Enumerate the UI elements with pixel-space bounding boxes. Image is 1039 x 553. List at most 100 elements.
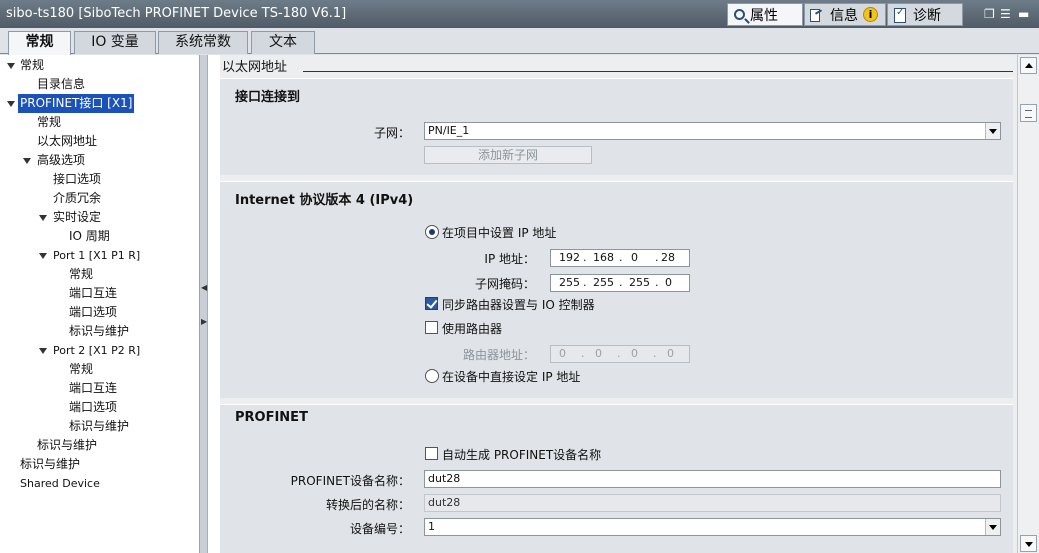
use-router-label: 使用路由器 xyxy=(442,322,503,336)
tree-item-shared-device[interactable]: Shared Device xyxy=(20,474,100,493)
scroll-up-icon[interactable] xyxy=(1020,57,1037,74)
tree-item-ethernet-address[interactable]: 以太网地址 xyxy=(37,132,97,151)
ip-address-label: IP 地址： xyxy=(484,252,535,266)
expand-right-icon[interactable]: ▶ xyxy=(201,317,207,329)
tree-item-port1-interconnection[interactable]: 端口互连 xyxy=(69,284,117,303)
ipv4-section-title: Internet 协议版本 4 (IPv4) xyxy=(235,193,414,208)
dropdown-arrow-icon[interactable] xyxy=(985,519,1000,535)
expand-arrow-icon[interactable] xyxy=(23,158,31,164)
ip-address-input[interactable]: 192 . 168 . 0 . 28 xyxy=(550,249,690,267)
add-subnet-button[interactable]: 添加新子网 xyxy=(424,146,592,164)
scroll-thumb[interactable] xyxy=(1020,104,1037,122)
tree-item-port1-general[interactable]: 常规 xyxy=(69,265,93,284)
vertical-scrollbar[interactable] xyxy=(1017,55,1039,553)
section-heading: 以太网地址 xyxy=(222,60,288,75)
tab-properties-label: 属性 xyxy=(750,7,778,24)
radio-set-ip-in-project[interactable] xyxy=(425,225,439,239)
tab-bar: 常规 IO 变量 系统常数 文本 xyxy=(0,28,1039,55)
tree-item-media-redundancy[interactable]: 介质冗余 xyxy=(53,189,101,208)
properties-content: 以太网地址 接口连接到 子网： PN/IE_1 添加新子网 Internet 协… xyxy=(220,55,1017,553)
auto-generate-name-checkbox[interactable] xyxy=(425,447,438,460)
mask-octet-1: 255 xyxy=(559,276,580,289)
expand-arrow-icon[interactable] xyxy=(7,63,15,69)
mask-octet-4: 0 xyxy=(665,276,672,289)
ip-octet-1: 192 xyxy=(559,251,580,264)
tree-item-realtime-settings[interactable]: 实时设定 xyxy=(53,208,101,227)
ip-octet-4: 28 xyxy=(661,251,675,264)
tree-item-if-general[interactable]: 常规 xyxy=(37,113,61,132)
expand-arrow-icon[interactable] xyxy=(39,215,47,221)
interface-section-title: 接口连接到 xyxy=(235,90,301,105)
tree-item-port1[interactable]: Port 1 [X1 P1 R] xyxy=(53,246,140,265)
device-number-select[interactable]: 1 xyxy=(424,518,1001,536)
auto-generate-name-label: 自动生成 PROFINET设备名称 xyxy=(442,448,602,462)
tab-texts[interactable]: 文本 xyxy=(251,31,315,54)
expand-arrow-icon[interactable] xyxy=(7,101,15,107)
option-set-ip-on-device: 在设备中直接设定 IP 地址 xyxy=(442,370,581,384)
content-gutter xyxy=(208,55,220,553)
subnet-mask-label: 子网掩码： xyxy=(474,277,535,291)
heading-divider xyxy=(303,71,1013,72)
title-bar: sibo-ts180 [SiboTech PROFINET Device TS-… xyxy=(0,0,1039,28)
device-name-input[interactable]: dut28 xyxy=(424,470,1001,488)
router-address-label: 路由器地址： xyxy=(462,348,535,362)
dropdown-arrow-icon[interactable] xyxy=(985,123,1000,139)
ip-octet-3: 0 xyxy=(631,251,638,264)
info-badge-icon: i xyxy=(863,7,878,22)
info-icon xyxy=(809,7,825,23)
menu-icon[interactable]: ☰ xyxy=(1000,7,1011,21)
tree-item-port1-identification[interactable]: 标识与维护 xyxy=(69,322,129,341)
ip-octet-2: 168 xyxy=(593,251,614,264)
restore-window-icon[interactable]: ❐ xyxy=(984,7,995,21)
use-router-checkbox[interactable] xyxy=(425,321,438,334)
router-octet-3: 0 xyxy=(631,347,638,360)
sync-router-label: 同步路由器设置与 IO 控制器 xyxy=(442,298,595,312)
subnet-label: 子网： xyxy=(373,126,410,140)
collapse-left-icon[interactable]: ◀ xyxy=(201,283,207,295)
router-address-input[interactable]: 0 . 0 . 0 . 0 xyxy=(550,345,690,363)
profinet-section-title: PROFINET xyxy=(235,410,308,425)
tree-item-interface-options[interactable]: 接口选项 xyxy=(53,170,101,189)
tab-info[interactable]: 信息 i xyxy=(804,3,886,26)
tree-item-port2-options[interactable]: 端口选项 xyxy=(69,398,117,417)
tab-system-constants[interactable]: 系统常数 xyxy=(158,31,248,54)
tree-item-port2[interactable]: Port 2 [X1 P2 R] xyxy=(53,341,140,360)
scroll-down-icon[interactable] xyxy=(1020,535,1037,552)
radio-set-ip-on-device[interactable] xyxy=(425,369,439,383)
tree-item-port2-general[interactable]: 常规 xyxy=(69,360,93,379)
subnet-mask-input[interactable]: 255 . 255 . 255 . 0 xyxy=(550,274,690,292)
search-icon xyxy=(734,9,745,20)
tab-diagnostics[interactable]: 诊断 xyxy=(887,3,963,26)
tree-item-port2-interconnection[interactable]: 端口互连 xyxy=(69,379,117,398)
tree-item-if-identification[interactable]: 标识与维护 xyxy=(37,436,97,455)
tree-item-general[interactable]: 常规 xyxy=(20,56,44,75)
subnet-select[interactable]: PN/IE_1 xyxy=(424,122,1001,140)
converted-name-label: 转换后的名称： xyxy=(325,498,410,512)
interface-section: 接口连接到 子网： PN/IE_1 添加新子网 xyxy=(220,78,1013,175)
subnet-value: PN/IE_1 xyxy=(428,124,470,137)
tab-general[interactable]: 常规 xyxy=(8,31,71,55)
navigation-tree: 常规 目录信息 PROFINET接口 [X1] 常规 以太网地址 高级选项 接口… xyxy=(0,55,200,553)
router-octet-4: 0 xyxy=(667,347,674,360)
expand-arrow-icon[interactable] xyxy=(39,253,47,259)
ipv4-section: Internet 协议版本 4 (IPv4) 在项目中设置 IP 地址 IP 地… xyxy=(220,181,1013,398)
expand-arrow-icon[interactable] xyxy=(39,348,47,354)
tree-item-profinet-interface[interactable]: PROFINET接口 [X1] xyxy=(16,93,136,114)
device-number-label: 设备编号： xyxy=(349,522,410,536)
tree-item-advanced-options[interactable]: 高级选项 xyxy=(37,151,85,170)
device-name-label: PROFINET设备名称： xyxy=(290,474,410,488)
tree-item-catalog-info[interactable]: 目录信息 xyxy=(37,75,85,94)
tab-io-tags[interactable]: IO 变量 xyxy=(74,31,156,54)
tree-item-port1-options[interactable]: 端口选项 xyxy=(69,303,117,322)
tab-diagnostics-label: 诊断 xyxy=(913,7,941,24)
router-octet-1: 0 xyxy=(559,347,566,360)
mask-octet-3: 255 xyxy=(629,276,650,289)
converted-name-field: dut28 xyxy=(424,494,1001,512)
tree-item-port2-identification[interactable]: 标识与维护 xyxy=(69,417,129,436)
tab-properties[interactable]: 属性 xyxy=(727,3,803,26)
minimize-icon[interactable]: ▬ xyxy=(1018,7,1029,21)
tree-item-identification[interactable]: 标识与维护 xyxy=(20,455,80,474)
panel-splitter[interactable]: ◀ ▶ xyxy=(200,55,208,553)
sync-router-checkbox[interactable] xyxy=(425,297,438,310)
tree-item-io-cycle[interactable]: IO 周期 xyxy=(69,227,110,246)
